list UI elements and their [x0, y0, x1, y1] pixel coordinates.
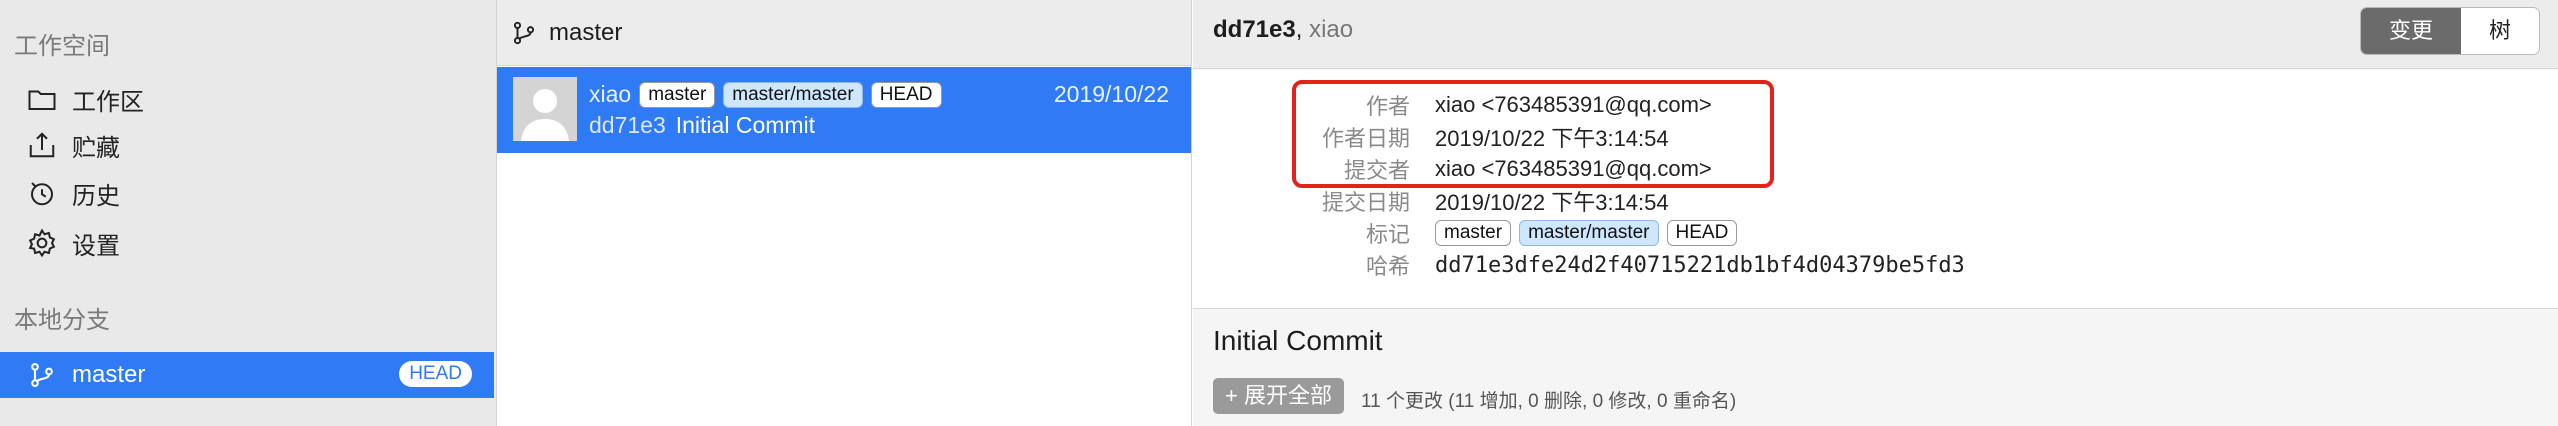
detail-title: dd71e3, xiao [1213, 16, 1353, 44]
tags-label: 标记 [1365, 222, 1410, 247]
detail-sep: , [1295, 16, 1303, 43]
folder-icon [26, 83, 58, 115]
remote-tag-badge: master/master [1519, 220, 1659, 246]
commit-message: Initial Commit [675, 112, 816, 138]
commit-date-row: 提交日期 2019/10/22 下午3:14:54 [1193, 186, 1669, 216]
detail-author: xiao [1309, 16, 1354, 43]
current-branch-label: master [549, 18, 623, 46]
sidebar-item-workspace[interactable]: 工作区 [0, 76, 496, 122]
highlight-box [1292, 80, 1774, 188]
commit-author: xiao [589, 81, 632, 107]
detail-header: dd71e3, xiao 变更 树 [1193, 0, 2558, 69]
tag-badge: master [639, 81, 716, 108]
sidebar-item-label: 工作区 [72, 88, 144, 116]
sidebar-item-label: 历史 [72, 182, 120, 210]
commit-date-label: 提交日期 [1321, 190, 1410, 215]
commit-sha: dd71e3 [589, 112, 666, 138]
commit-meta: xiao master master/master HEAD [589, 81, 942, 108]
tab-changes[interactable]: 变更 [2360, 8, 2461, 54]
hash-value: dd71e3dfe24d2f40715221db1bf4d04379be5fd3 [1435, 252, 1965, 278]
tag-badge: master [1435, 220, 1512, 246]
sidebar: 工作空间 工作区 贮藏 历史 设置 本地分支 master HEAD [0, 0, 497, 426]
commit-message-full: Initial Commit [1213, 325, 1383, 356]
commit-summary: dd71e3 Initial Commit [589, 112, 815, 139]
tab-tree[interactable]: 树 [2460, 8, 2539, 54]
sidebar-item-history[interactable]: 历史 [0, 170, 496, 216]
hash-row: 哈希 dd71e3dfe24d2f40715221db1bf4d04379be5… [1193, 250, 1965, 280]
head-badge: HEAD [399, 361, 472, 387]
head-tag-badge: HEAD [870, 81, 942, 108]
branches-section-title: 本地分支 [14, 307, 110, 334]
branch-name: master [72, 361, 146, 388]
avatar [513, 77, 577, 141]
head-tag-badge: HEAD [1666, 220, 1738, 246]
view-toggle: 变更 树 [2359, 7, 2540, 55]
gear-icon [26, 227, 58, 259]
expand-all-button[interactable]: + 展开全部 [1213, 378, 1344, 414]
tags-row: 标记 master master/master HEAD [1193, 218, 1745, 248]
sidebar-item-stash[interactable]: 贮藏 [0, 122, 496, 168]
commit-detail-panel: dd71e3, xiao 变更 树 作者 xiao <763485391@qq.… [1193, 0, 2558, 426]
commit-row[interactable]: xiao master master/master HEAD 2019/10/2… [497, 67, 1191, 153]
workspace-section-title: 工作空间 [14, 33, 110, 60]
hash-label: 哈希 [1365, 254, 1410, 279]
sidebar-item-label: 贮藏 [72, 134, 120, 162]
commit-date-value: 2019/10/22 下午3:14:54 [1435, 190, 1669, 215]
branch-icon [511, 18, 541, 48]
commit-list-header: master [497, 0, 1191, 66]
sidebar-item-settings[interactable]: 设置 [0, 220, 496, 266]
detail-sha: dd71e3 [1213, 16, 1296, 43]
remote-tag-badge: master/master [723, 81, 863, 108]
history-icon [26, 177, 58, 209]
commit-list-panel: master xiao master master/master HEAD 20… [497, 0, 1192, 426]
branch-icon [26, 359, 58, 391]
sidebar-item-label: 设置 [72, 232, 120, 260]
changes-summary: 11 个更改 (11 增加, 0 删除, 0 修改, 0 重命名) [1361, 391, 1737, 412]
stash-icon [26, 129, 58, 161]
sidebar-branch-master[interactable]: master HEAD [0, 352, 494, 398]
commit-date: 2019/10/22 [1053, 81, 1169, 107]
tags-value: master master/master HEAD [1435, 220, 1745, 246]
